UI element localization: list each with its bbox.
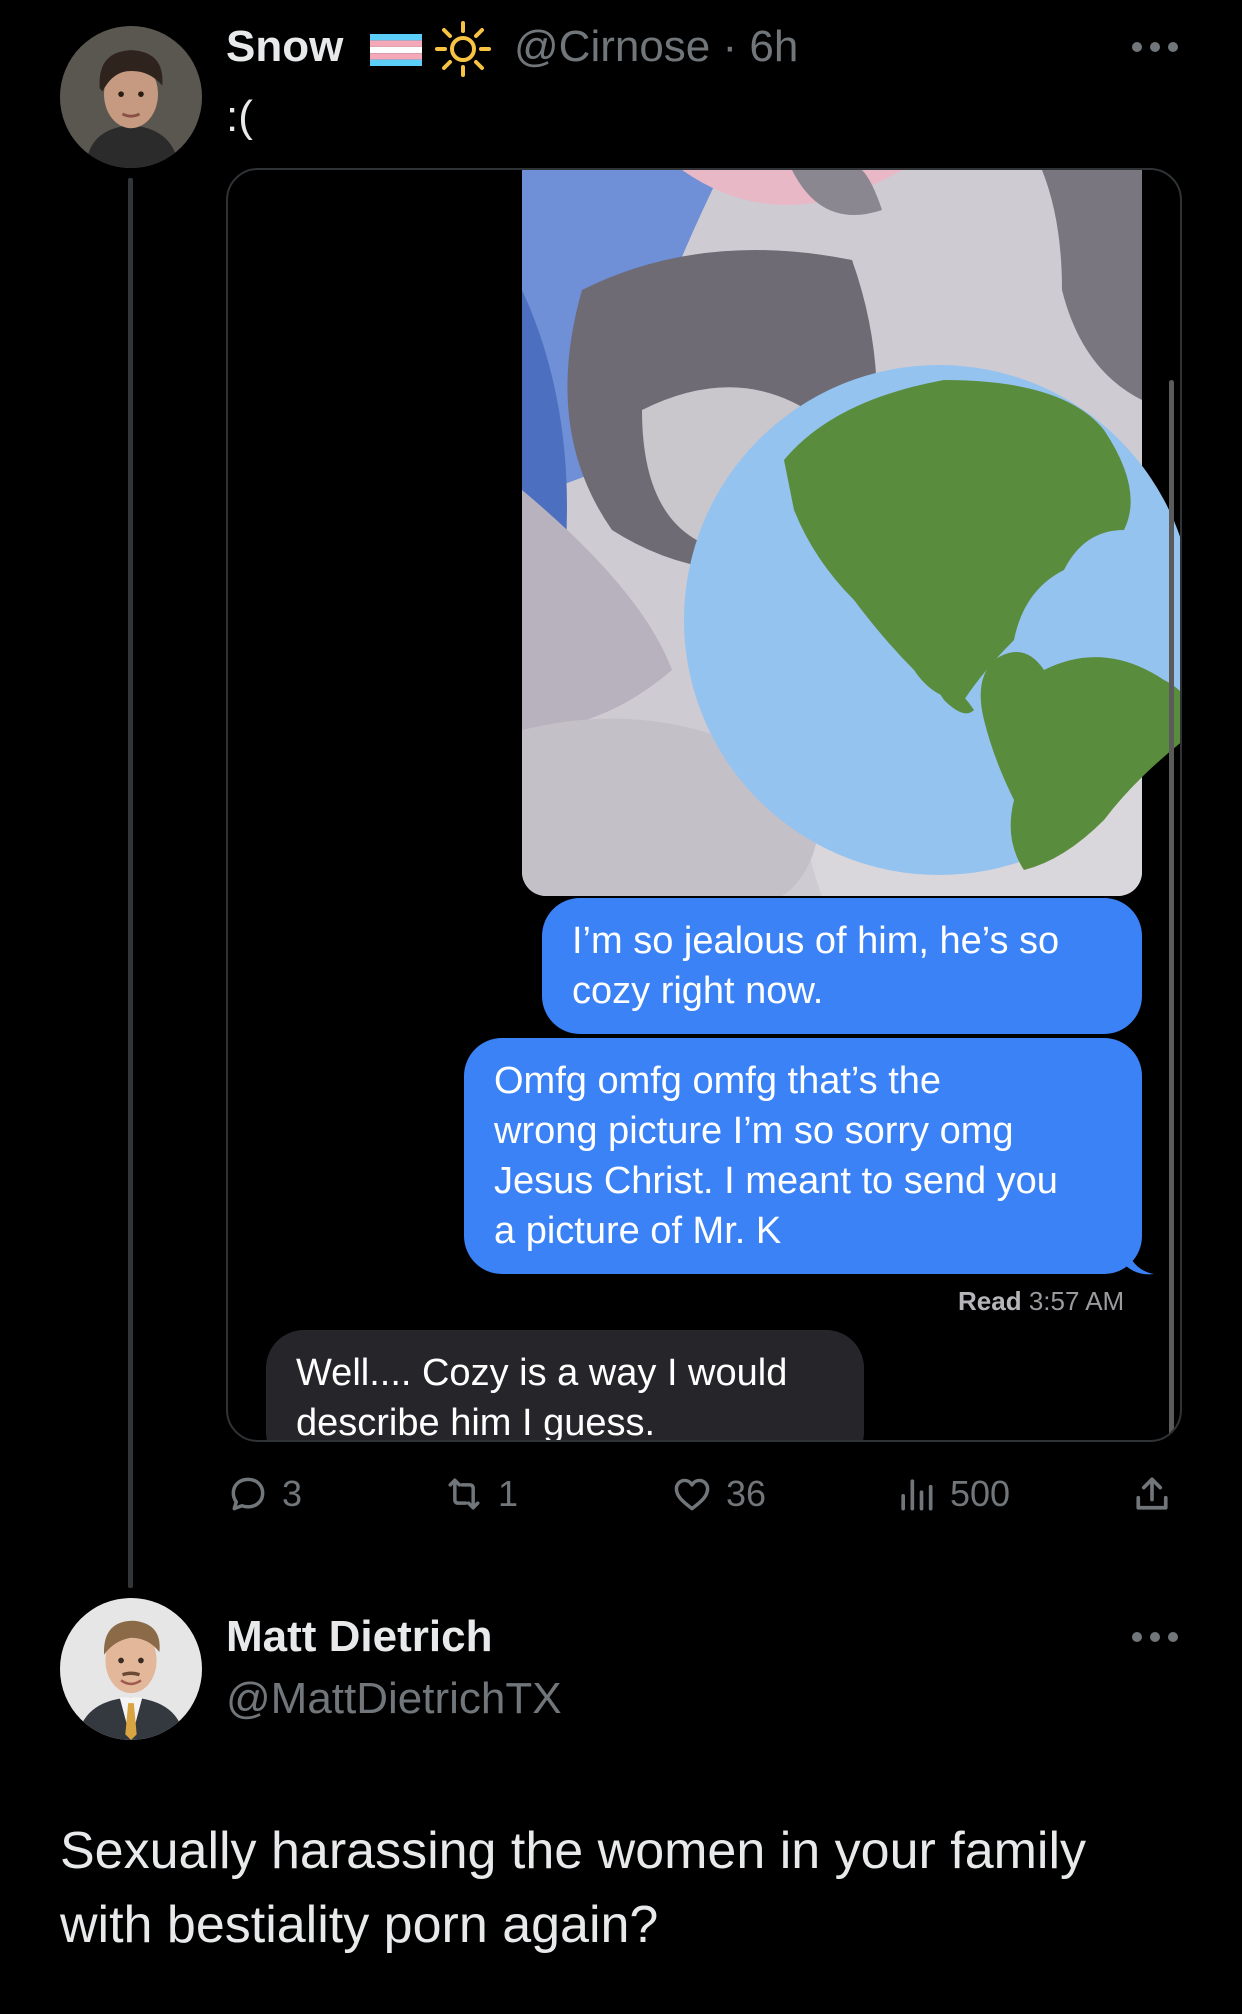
read-receipt: Read 3:57 AM: [958, 1286, 1124, 1317]
message-line: Omfg omfg omfg that’s the: [494, 1060, 942, 1102]
views-button[interactable]: 500: [894, 1466, 1010, 1522]
trans-flag-icon: [370, 34, 422, 66]
message-bubble-sent-2: Omfg omfg omfg that’s the wrong picture …: [464, 1038, 1142, 1274]
message-line: I’m so jealous of him, he’s so: [572, 920, 1060, 962]
more-icon[interactable]: [1132, 42, 1178, 54]
like-icon: [674, 1478, 710, 1511]
message-bubble-received: Well.... Cozy is a way I would describe …: [266, 1330, 864, 1442]
reply-text-line: Sexually harassing the women in your fam…: [60, 1822, 1087, 1880]
reply-author-handle[interactable]: @MattDietrichTX: [226, 1674, 562, 1724]
avatar-snow[interactable]: [60, 26, 202, 168]
reply-more-icon[interactable]: [1132, 1632, 1178, 1644]
message-line: describe him I guess.: [296, 1402, 656, 1442]
globe-emoji-icon: [684, 365, 1180, 875]
like-button[interactable]: 36: [670, 1466, 766, 1522]
post-text: :(: [226, 92, 253, 141]
reply-text-line: with bestiality porn again?: [60, 1896, 659, 1954]
reply-author-name[interactable]: Matt Dietrich: [226, 1612, 492, 1662]
post-media[interactable]: I’m so jealous of him, he’s so cozy righ…: [226, 168, 1182, 1442]
message-line: Well.... Cozy is a way I would: [296, 1352, 788, 1394]
repost-count: 1: [498, 1473, 519, 1514]
reply-icon: [231, 1477, 265, 1511]
read-label: Read: [958, 1286, 1022, 1316]
reply-button[interactable]: 3: [226, 1466, 302, 1522]
avatar-matt-dietrich[interactable]: [60, 1598, 202, 1740]
author-handle-time[interactable]: @Cirnose · 6h: [514, 22, 798, 72]
media-scrollbar: [1169, 380, 1174, 1435]
message-line: cozy right now.: [572, 970, 824, 1012]
message-line: wrong picture I’m so sorry omg: [494, 1110, 1014, 1152]
author-name[interactable]: Snow: [226, 22, 343, 72]
repost-button[interactable]: 1: [442, 1466, 518, 1522]
read-time: 3:57 AM: [1028, 1286, 1125, 1316]
post-actions: 3 1 36 500: [226, 1466, 1182, 1522]
views-icon: [901, 1479, 933, 1511]
share-icon: [1136, 1477, 1168, 1510]
repost-icon: [448, 1478, 480, 1510]
share-button[interactable]: [1130, 1466, 1186, 1522]
reply-count: 3: [282, 1473, 303, 1514]
thread-line: [128, 178, 133, 1588]
bubble-tail: [1126, 1246, 1154, 1275]
like-count: 36: [726, 1473, 767, 1514]
message-line: a picture of Mr. K: [494, 1210, 782, 1252]
sun-icon: [435, 21, 491, 77]
reply-text: Sexually harassing the women in your fam…: [60, 1814, 1086, 1962]
view-count: 500: [950, 1473, 1011, 1514]
message-bubble-sent-1: I’m so jealous of him, he’s so cozy righ…: [542, 898, 1142, 1034]
message-line: Jesus Christ. I meant to send you: [494, 1160, 1058, 1202]
